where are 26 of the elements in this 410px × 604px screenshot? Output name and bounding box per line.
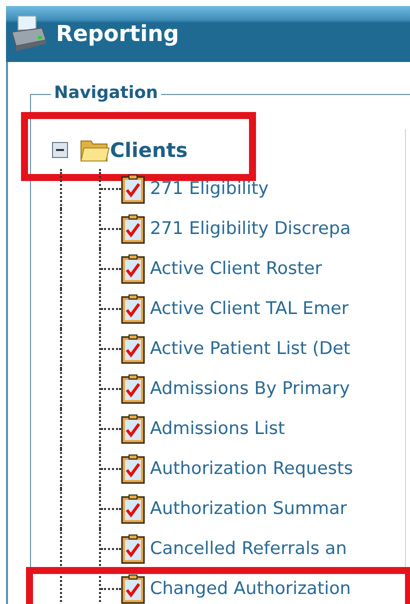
tree-item-label[interactable]: 271 Eligibility [150,176,269,202]
clipboard-check-icon [121,414,145,444]
tree-item-label[interactable]: Authorization Requests [150,456,353,482]
clipboard-check-icon [121,574,145,604]
tree-item-label[interactable]: Changed Authorization [150,576,351,602]
tree-item-label[interactable]: Cancelled Referrals an [150,536,347,562]
tree-item-label[interactable]: 271 Eligibility Discrepa [150,216,351,242]
tree-item-label[interactable]: Active Patient List (Det [150,336,350,362]
clipboard-check-icon [121,534,145,564]
clipboard-check-icon [121,254,145,284]
clipboard-check-icon [121,294,145,324]
clipboard-check-icon [121,334,145,364]
tree-item-label[interactable]: Admissions List [150,416,285,442]
clipboard-check-icon [121,494,145,524]
header-title: Reporting [56,20,180,48]
folder-icon [80,138,110,162]
tree-item-label[interactable]: Authorization Summar [150,496,347,522]
tree-item-label[interactable]: Admissions By Primary [150,376,350,402]
clipboard-check-icon [121,454,145,484]
tree-item-label[interactable]: Active Client TAL Emer [150,296,349,322]
clipboard-check-icon [121,174,145,204]
clipboard-check-icon [121,214,145,244]
clipboard-check-icon [121,374,145,404]
tree-item-label[interactable]: Active Client Roster [150,256,322,282]
tree-folder-label[interactable]: Clients [110,135,188,165]
collapse-toggle[interactable] [52,142,68,158]
